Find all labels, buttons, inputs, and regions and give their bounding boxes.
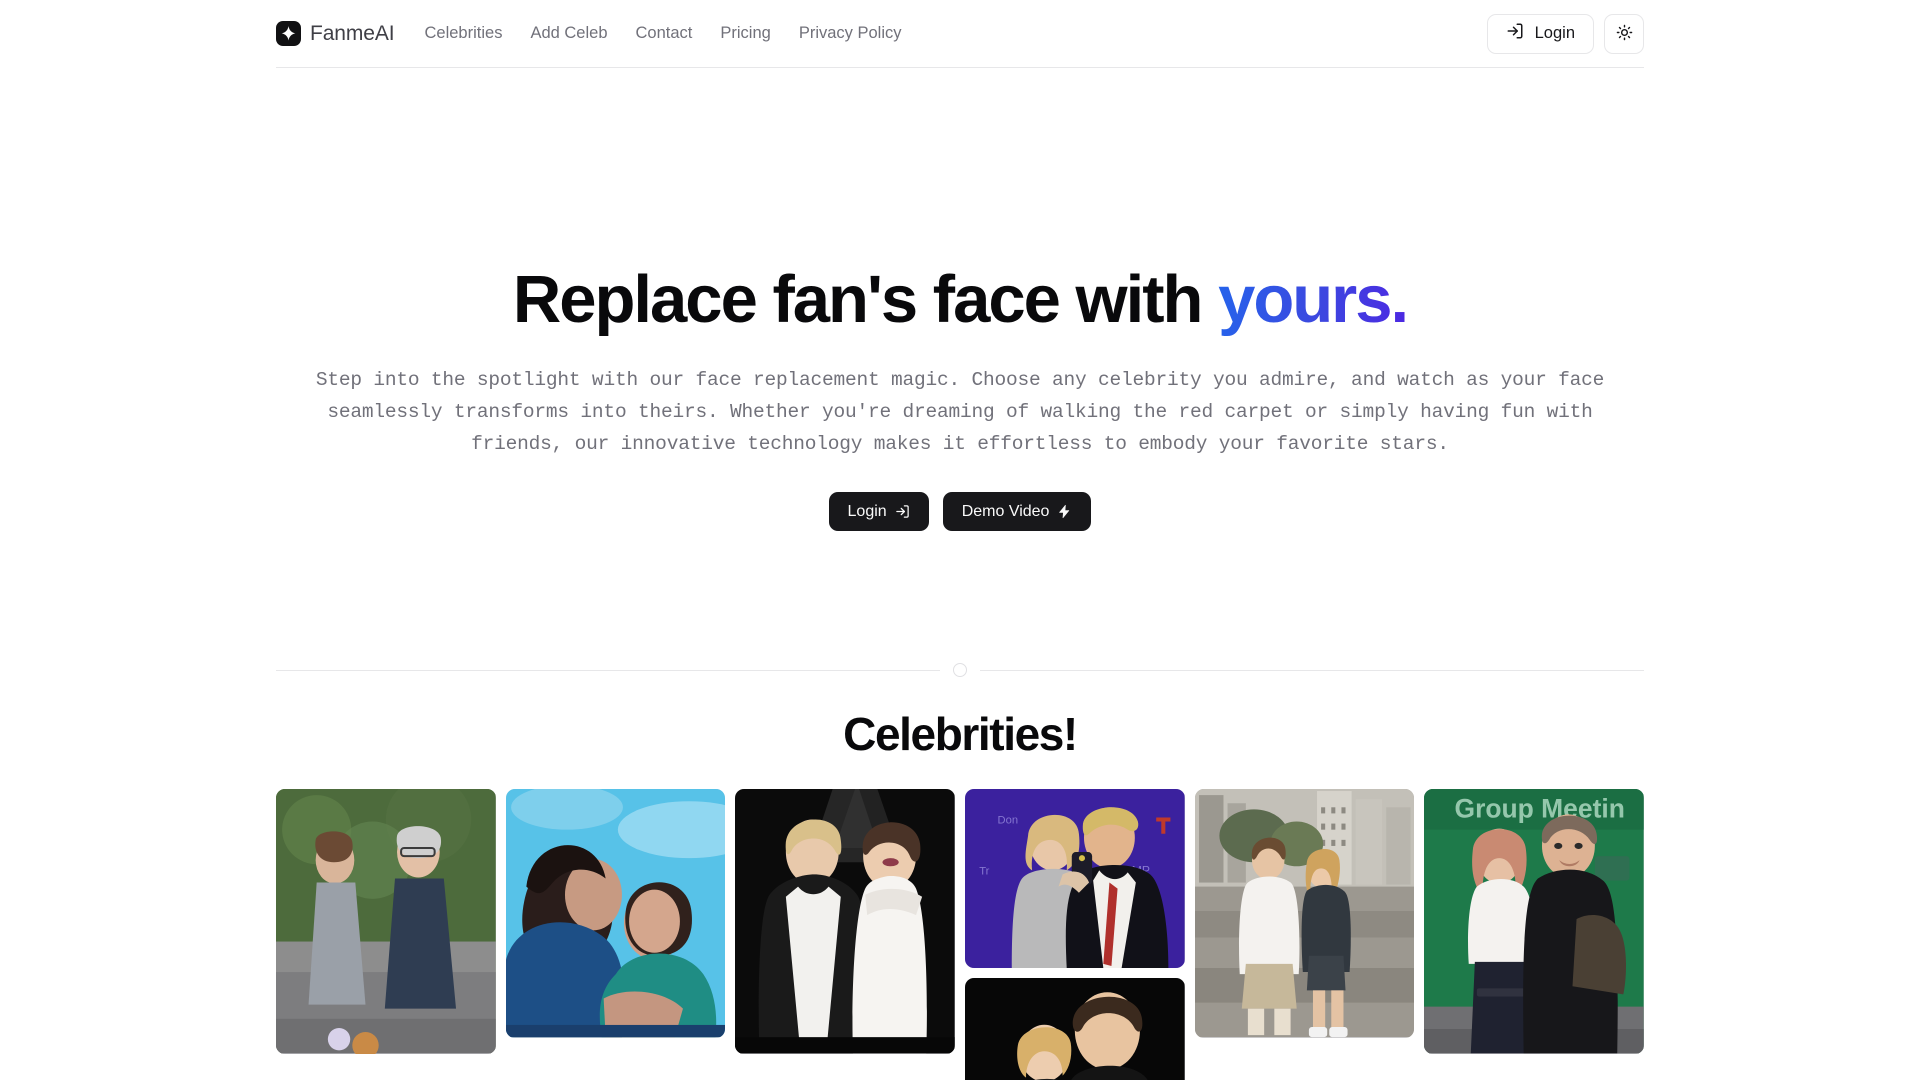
nav-item-contact[interactable]: Contact xyxy=(622,18,707,49)
celebrity-photo[interactable] xyxy=(276,789,496,1054)
brand-name: FanmeAI xyxy=(310,21,395,45)
header-login-button[interactable]: Login xyxy=(1486,13,1594,54)
svg-text:Group Meetin: Group Meetin xyxy=(1455,794,1625,824)
nav-item-privacy-policy[interactable]: Privacy Policy xyxy=(785,18,916,49)
grid-column xyxy=(735,789,956,1054)
grid-column: Don Tr MP Do xyxy=(965,789,1185,1080)
hero-cta-group: Login Demo Video xyxy=(276,492,1644,532)
nav-item-celebrities[interactable]: Celebrities xyxy=(411,18,517,49)
page-title: Replace fan's face with yours. xyxy=(276,262,1644,337)
divider-line-left xyxy=(276,669,940,671)
page-root: FanmeAI Celebrities Add Celeb Contact Pr… xyxy=(0,0,1920,1080)
celebrities-heading: Celebrities! xyxy=(843,708,1078,761)
hero-title-main: Replace fan's face with xyxy=(512,262,1219,337)
hero-login-button[interactable]: Login xyxy=(828,492,929,532)
site-header: FanmeAI Celebrities Add Celeb Contact Pr… xyxy=(0,0,1920,68)
grid-column xyxy=(505,789,726,1038)
divider-line-right xyxy=(980,669,1644,671)
header-login-label: Login xyxy=(1534,24,1575,42)
sparkle-icon xyxy=(276,21,301,46)
hero-title-accent: yours. xyxy=(1218,262,1409,337)
login-arrow-icon xyxy=(1506,22,1524,45)
svg-text:Tr: Tr xyxy=(979,866,989,878)
nav-item-pricing[interactable]: Pricing xyxy=(706,18,784,49)
celebrity-photo[interactable] xyxy=(505,789,726,1038)
hero-description: Step into the spotlight with our face re… xyxy=(315,369,1605,456)
svg-text:Don: Don xyxy=(998,815,1019,827)
celebrity-photo[interactable] xyxy=(735,789,956,1054)
primary-nav: Celebrities Add Celeb Contact Pricing Pr… xyxy=(411,18,916,49)
celebrity-photo[interactable]: Group Meetin xyxy=(1424,789,1645,1054)
celebrities-section: Celebrities! Don Tr Group Meetin xyxy=(276,707,1645,1080)
celebrity-photo-grid: Don Tr MP Do xyxy=(276,789,1645,1080)
circle-outline-icon xyxy=(953,663,967,678)
grid-column: Group Meetin xyxy=(1424,789,1645,1054)
theme-toggle-button[interactable] xyxy=(1604,13,1644,54)
grid-column xyxy=(1194,789,1415,1038)
hero-section: Replace fan's face with yours. Step into… xyxy=(276,68,1644,532)
grid-column xyxy=(276,789,496,1054)
header-bar: FanmeAI Celebrities Add Celeb Contact Pr… xyxy=(276,0,1644,68)
celebrity-photo[interactable] xyxy=(1194,789,1415,1038)
section-divider xyxy=(276,663,1644,678)
demo-video-label: Demo Video xyxy=(961,502,1050,520)
brand-logo-link[interactable]: FanmeAI xyxy=(276,21,395,46)
nav-item-add-celeb[interactable]: Add Celeb xyxy=(516,18,621,49)
celebrity-photo[interactable]: Don Tr MP Do xyxy=(965,789,1185,969)
demo-video-button[interactable]: Demo Video xyxy=(942,492,1092,532)
celebrity-photo[interactable] xyxy=(965,978,1185,1080)
sun-icon xyxy=(1616,24,1633,44)
lightning-bolt-icon xyxy=(1057,504,1072,519)
header-actions: Login xyxy=(1486,13,1644,54)
hero-login-label: Login xyxy=(847,502,887,520)
login-arrow-icon xyxy=(895,504,910,519)
